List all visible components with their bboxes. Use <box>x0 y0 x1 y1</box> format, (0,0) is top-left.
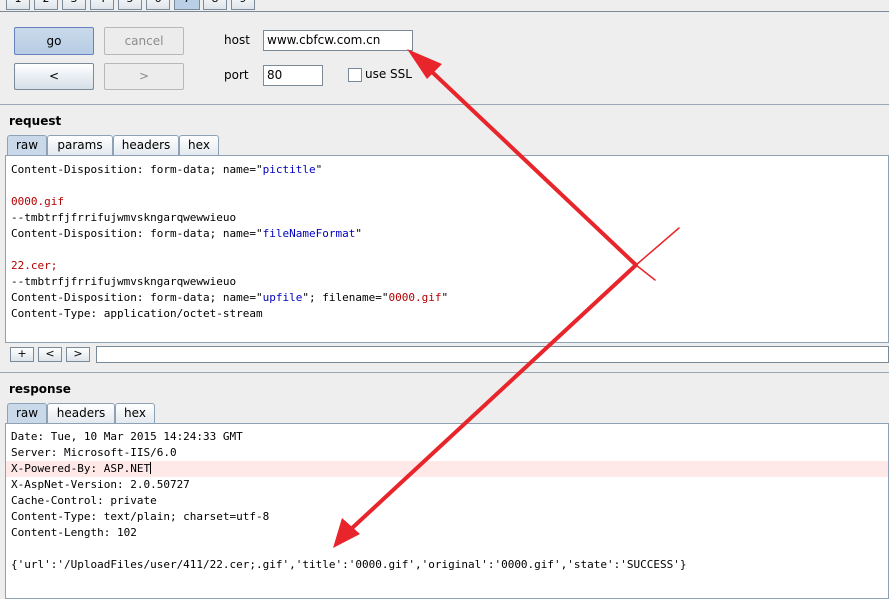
annotation-stroke <box>635 227 680 266</box>
annotation-stroke <box>635 264 656 281</box>
annotation-arrow-line <box>428 68 638 267</box>
annotation-overlay <box>333 49 680 548</box>
annotation-arrow-line <box>348 263 638 532</box>
